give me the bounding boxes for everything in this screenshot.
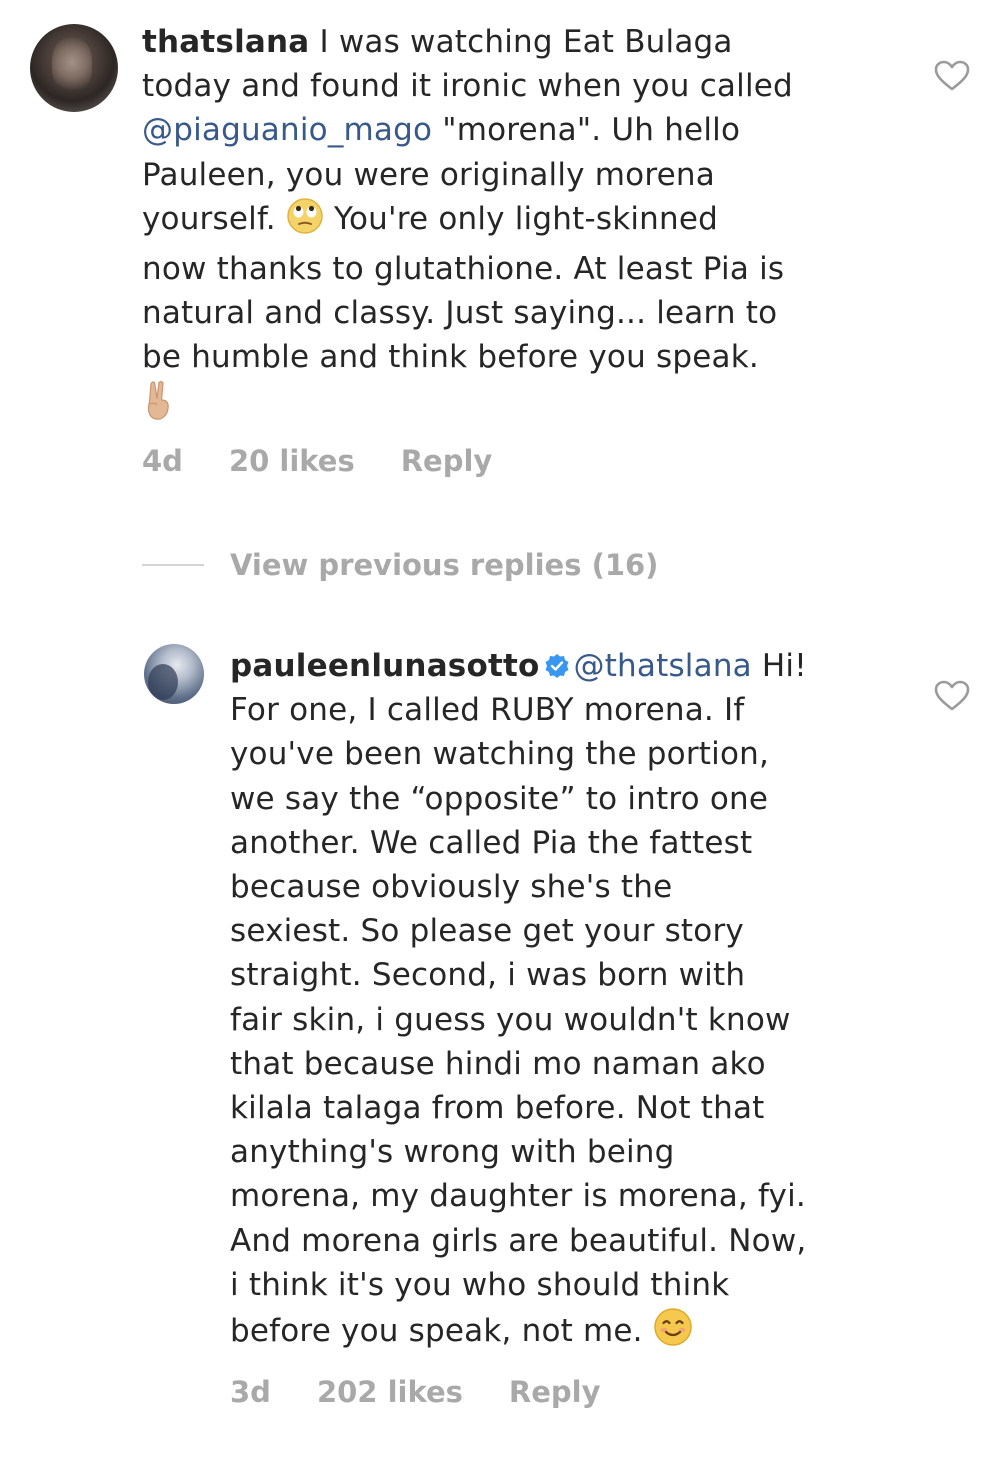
reply-button[interactable]: Reply xyxy=(401,444,493,478)
avatar[interactable] xyxy=(144,644,204,704)
comment-line: now thanks to glutathione. At least Pia … xyxy=(142,251,785,288)
comment-meta: 3d 202 likes Reply xyxy=(230,1375,807,1409)
comment-line: you've been watching the portion, xyxy=(230,736,770,773)
comment-line: fair skin, i guess you wouldn't know xyxy=(230,1001,791,1038)
comment-line: You're only light-skinned xyxy=(323,200,718,237)
comment-age: 3d xyxy=(230,1375,271,1410)
reply-button[interactable]: Reply xyxy=(509,1375,601,1409)
comment-line: we say the “opposite” to intro one xyxy=(230,780,769,817)
comment-line: before you speak, not me. xyxy=(230,1313,653,1350)
comment-line: Pauleen, you were originally morena xyxy=(142,156,715,193)
comment-line: sexiest. So please get your story xyxy=(230,913,744,950)
comment-line: "morena". Uh hello xyxy=(432,112,741,149)
view-previous-replies-label[interactable]: View previous replies (16) xyxy=(230,548,658,582)
comment-thatslana: thatslana I was watching Eat Bulaga toda… xyxy=(30,24,793,478)
comment-line: yourself. xyxy=(142,200,286,237)
comment-line: that because hindi mo naman ako xyxy=(230,1045,766,1082)
view-previous-replies-button[interactable]: View previous replies (16) xyxy=(142,548,658,582)
comment-line: straight. Second, i was born with xyxy=(230,957,746,994)
mention-link[interactable]: @thatslana xyxy=(574,648,752,684)
like-heart-icon[interactable] xyxy=(934,680,970,712)
username[interactable]: pauleenlunasotto xyxy=(230,648,540,684)
comment-line: natural and classy. Just saying... learn… xyxy=(142,295,778,332)
comment-line: today and found it ironic when you calle… xyxy=(142,68,793,105)
rolling-eyes-emoji xyxy=(286,197,324,247)
comment-line: And morena girls are beautiful. Now, xyxy=(230,1222,807,1259)
comment-text: pauleenlunasotto @thatslana Hi! For one, … xyxy=(230,644,807,1359)
comment-line: i think it's you who should think xyxy=(230,1266,730,1303)
like-heart-icon[interactable] xyxy=(934,60,970,92)
comment-line: kilala talaga from before. Not that xyxy=(230,1090,765,1127)
comment-line: another. We called Pia the fattest xyxy=(230,824,753,861)
comment-line: because obviously she's the xyxy=(230,869,673,906)
divider xyxy=(142,564,204,566)
comment-line: anything's wrong with being xyxy=(230,1134,675,1171)
likes-count[interactable]: 202 likes xyxy=(317,1375,463,1409)
comment-age: 4d xyxy=(142,443,183,478)
avatar[interactable] xyxy=(30,24,118,112)
smiling-face-emoji xyxy=(653,1307,693,1359)
comment-line: morena, my daughter is morena, fyi. xyxy=(230,1178,806,1215)
comment-meta: 4d 20 likes Reply xyxy=(142,444,793,478)
comment-line: I was watching Eat Bulaga xyxy=(319,24,733,60)
reply-pauleenlunasotto: pauleenlunasotto @thatslana Hi! For one, … xyxy=(144,644,807,1409)
comment-line: be humble and think before you speak. xyxy=(142,339,759,376)
comment-text: thatslana I was watching Eat Bulaga toda… xyxy=(142,20,793,434)
likes-count[interactable]: 20 likes xyxy=(229,444,355,478)
victory-hand-emoji xyxy=(142,380,176,434)
username[interactable]: thatslana xyxy=(142,24,309,60)
comment-line: Hi! xyxy=(751,648,807,684)
verified-badge-icon xyxy=(544,647,570,678)
comment-line: For one, I called RUBY morena. If xyxy=(230,692,745,729)
mention-link[interactable]: @piaguanio_mago xyxy=(142,112,432,148)
